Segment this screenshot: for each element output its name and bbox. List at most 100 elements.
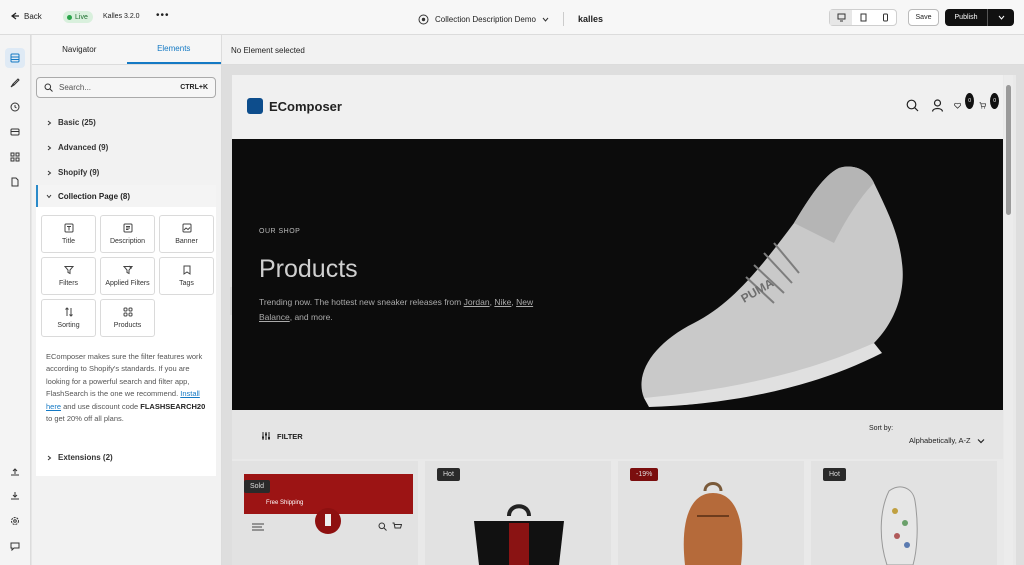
cart-icon [392,522,402,529]
search-icon[interactable] [904,97,920,113]
nike-link[interactable]: Nike [494,297,511,307]
tag-icon [183,265,190,275]
chevron-down-icon [998,15,1004,20]
category-basic[interactable]: Basic (25) [46,118,96,127]
chevron-right-icon [47,170,52,175]
category-label: Basic (25) [58,118,96,127]
site-logo[interactable]: EComposer [247,98,342,114]
top-toolbar: Back Live Kalles 3.2.0 ••• Collection De… [0,0,1024,35]
live-badge: Live [63,11,93,23]
brush-icon[interactable] [5,73,25,93]
category-label: Advanced (9) [58,143,109,152]
product-badge: -19% [630,468,659,481]
category-label: Shopify (9) [58,168,100,177]
wishlist-icon[interactable]: 0 [954,93,974,113]
category-collection-page: Collection Page (8) Title Description Ba… [36,185,216,476]
element-label: Filters [58,280,79,287]
tab-elements[interactable]: Elements [126,35,221,64]
chevron-down-icon [542,17,549,22]
apps-icon[interactable] [5,147,25,167]
element-search-input[interactable]: Search... CTRL+K [36,77,216,98]
scrollbar-thumb[interactable] [1006,85,1011,215]
product-image [474,504,564,565]
mobile-icon[interactable] [874,10,896,25]
collection-banner[interactable]: OUR SHOP Products Trending now. The hott… [232,139,1003,410]
note-text: to get 20% off all plans. [46,414,124,424]
product-card[interactable]: Hot [425,461,611,565]
element-title[interactable]: Title [41,215,96,253]
product-badge: Hot [437,468,460,481]
category-extensions[interactable]: Extensions (2) [46,453,113,462]
category-label: Extensions (2) [58,453,113,462]
upload-icon[interactable] [5,462,25,482]
download-icon[interactable] [5,486,25,506]
element-sorting[interactable]: Sorting [41,299,96,337]
chevron-right-icon [47,120,52,125]
preview-scrollbar[interactable] [1004,75,1013,565]
search-icon [378,522,387,531]
element-label: Banner [175,238,198,245]
chevron-down-icon [46,194,52,199]
search-icon [44,83,53,92]
element-label: Title [62,238,75,245]
product-card[interactable]: Hot [811,461,997,565]
page-icon[interactable] [5,172,25,192]
description-icon [123,223,132,233]
category-shopify[interactable]: Shopify (9) [46,168,99,177]
element-label: Products [113,322,142,329]
publish-button[interactable]: Publish [945,9,988,26]
template-icon[interactable] [5,122,25,142]
element-description[interactable]: Description [100,215,155,253]
tab-navigator[interactable]: Navigator [32,35,127,64]
device-switcher [829,9,897,26]
title-icon [64,223,73,233]
element-products[interactable]: Products [100,299,155,337]
tablet-icon[interactable] [852,10,874,25]
search-placeholder: Search... [59,83,92,92]
sneaker-image: PUMA [641,166,903,407]
collection-title: Products [259,255,358,283]
desktop-icon[interactable] [830,10,852,25]
description-text: , and more. [289,312,333,322]
account-icon[interactable] [929,97,945,113]
element-filters[interactable]: Filters [41,257,96,295]
category-advanced[interactable]: Advanced (9) [46,143,108,152]
category-header[interactable]: Collection Page (8) [36,185,216,207]
banner-eyebrow: OUR SHOP [259,228,301,235]
wishlist-count: 0 [965,93,974,109]
filter-button[interactable]: FILTER [261,431,303,441]
more-dots-icon[interactable]: ••• [156,10,170,21]
publish-group: Publish [945,9,1014,26]
note-text: and use discount code [63,401,139,411]
publish-options-button[interactable] [988,9,1014,26]
product-image [880,486,918,565]
chat-icon[interactable] [5,536,25,556]
jordan-link[interactable]: Jordan [464,297,490,307]
category-label: Collection Page (8) [58,191,131,201]
history-icon[interactable] [5,97,25,117]
layers-icon[interactable] [5,48,25,68]
header-actions: 0 0 [904,93,999,113]
chevron-right-icon [47,145,52,150]
products-grid-icon [123,307,132,317]
banner-icon [182,223,191,233]
page-selector[interactable]: Collection Description Demo kalles [418,12,603,26]
sort-dropdown[interactable]: Alphabetically, A-Z [909,436,985,445]
product-card[interactable]: Free Shipping Sold [232,461,418,565]
page-title: Collection Description Demo [435,14,536,24]
live-label: Live [75,13,88,21]
element-grid: Title Description Banner Filters Applied… [41,215,215,337]
product-grid: Free Shipping Sold Hot -19% Hot [232,461,1003,565]
element-tags[interactable]: Tags [159,257,214,295]
settings-icon[interactable] [5,511,25,531]
product-card[interactable]: -19% [618,461,804,565]
element-banner[interactable]: Banner [159,215,214,253]
discount-code: FLASHSEARCH20 [140,401,206,411]
cart-icon[interactable]: 0 [979,93,999,113]
element-applied-filters[interactable]: Applied Filters [100,257,155,295]
collection-description: Trending now. The hottest new sneaker re… [259,297,534,322]
save-button[interactable]: Save [908,9,939,26]
back-button[interactable]: Back [10,11,42,21]
ecomposer-logo-icon [247,98,263,114]
sliders-icon [262,432,270,440]
